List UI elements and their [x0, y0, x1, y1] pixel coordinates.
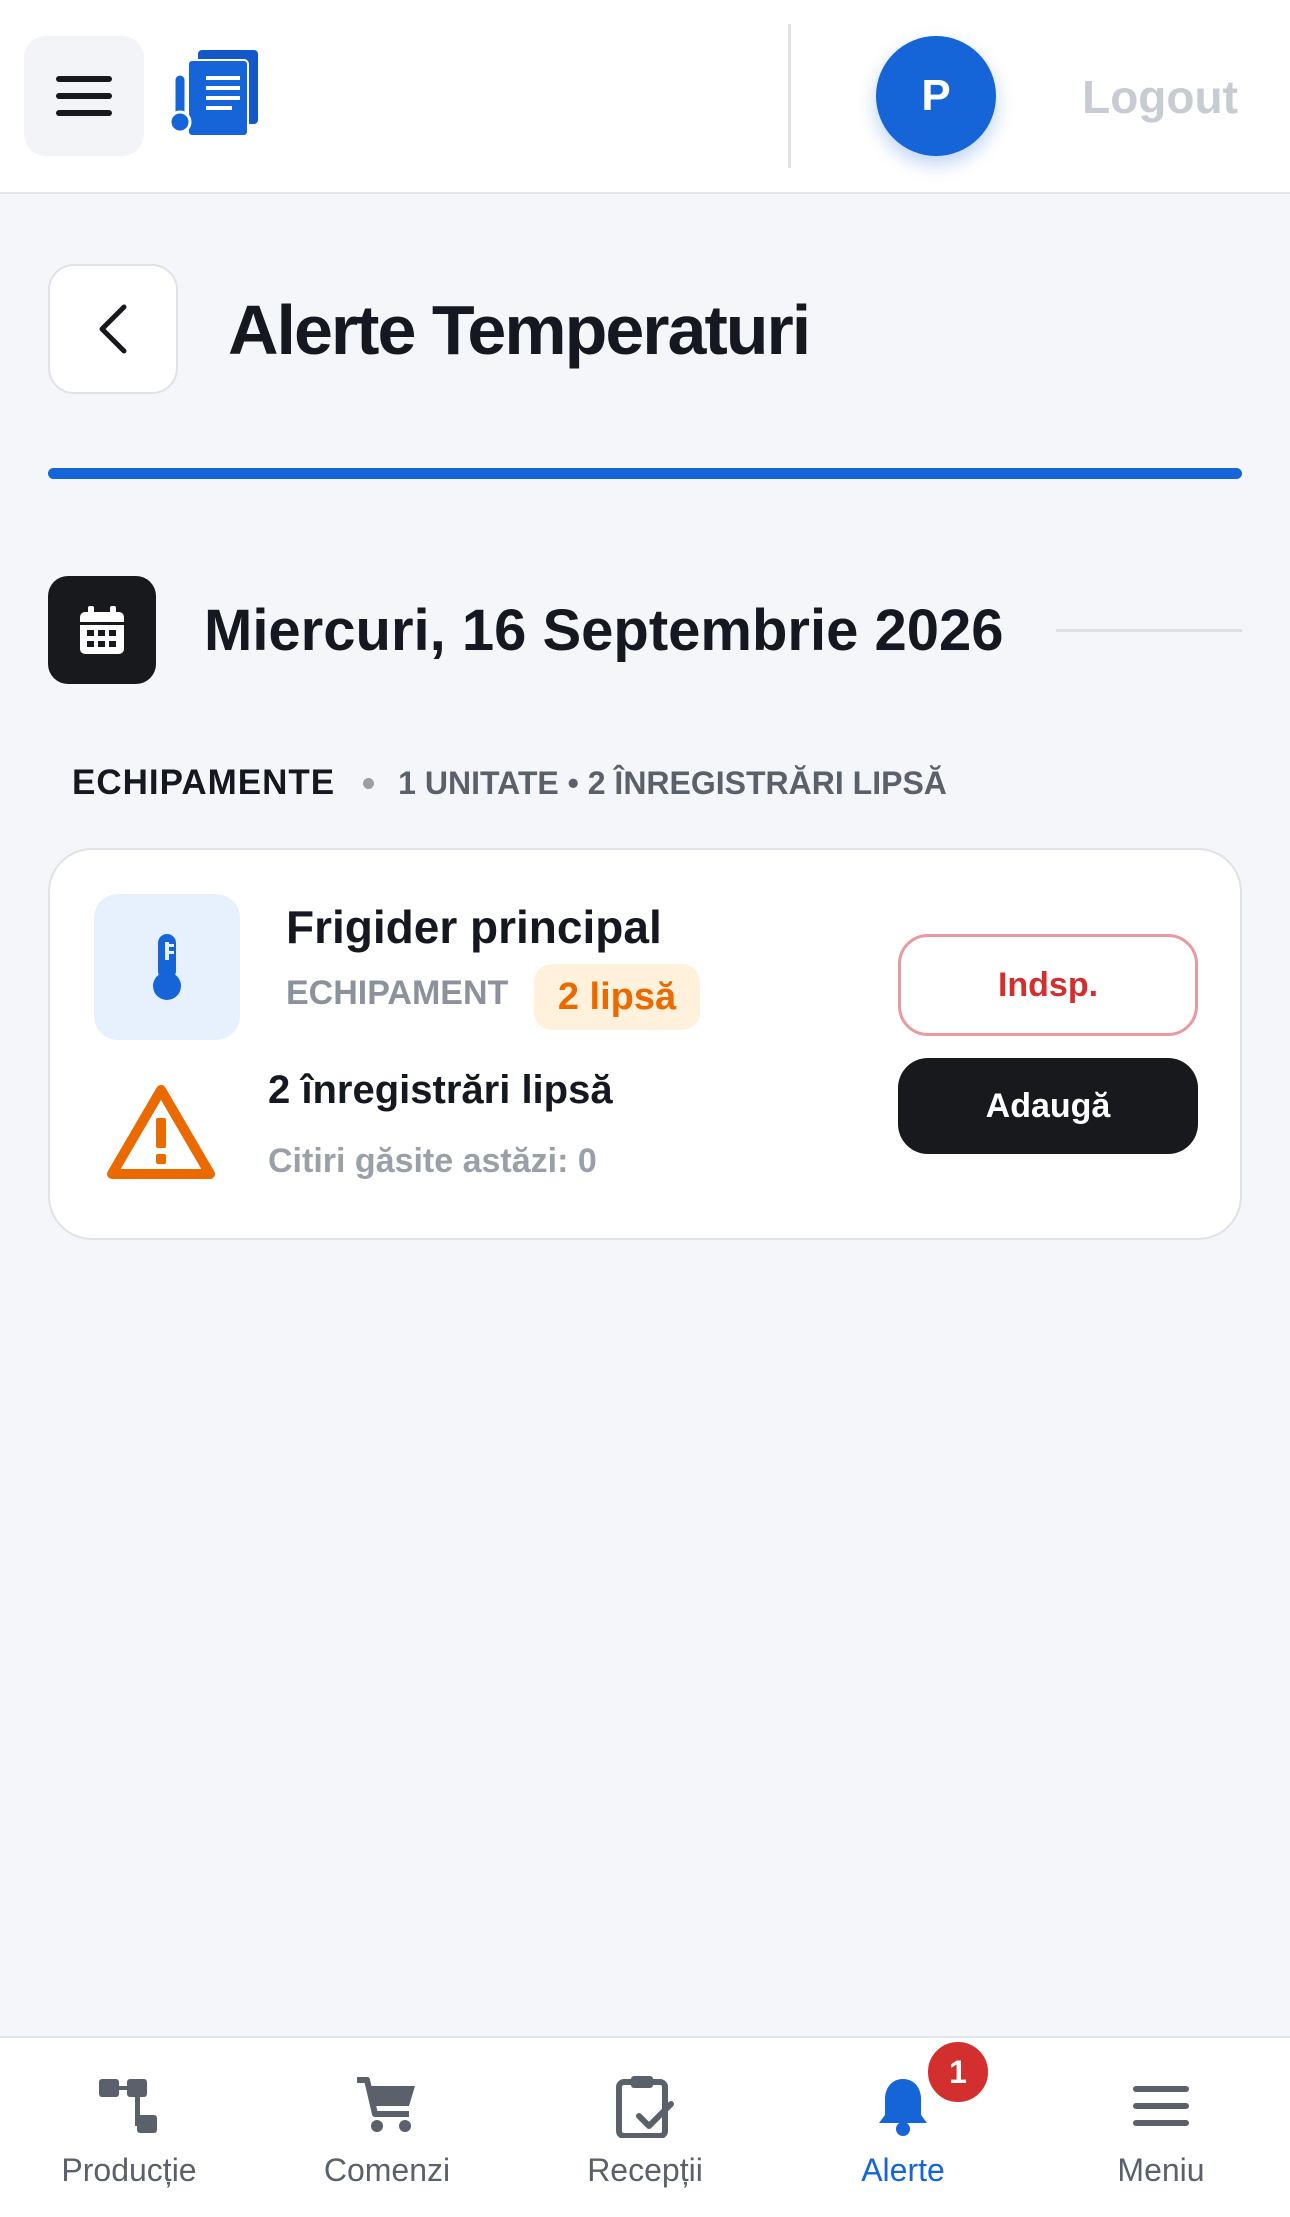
- warning-icon: [107, 1085, 215, 1179]
- app-logo-icon: [168, 50, 258, 137]
- equipment-type: ECHIPAMENT: [286, 974, 509, 1012]
- thermometer-icon: [153, 934, 181, 1000]
- equipment-name: Frigider principal: [286, 901, 662, 953]
- section-header: ECHIPAMENTE 1 UNITATE • 2 ÎNREGISTRĂRI L…: [72, 756, 947, 810]
- header-divider: [788, 24, 791, 168]
- user-avatar[interactable]: P: [876, 36, 996, 156]
- nav-label: Meniu: [1117, 2152, 1205, 2188]
- page-title: Alerte Temperaturi: [228, 291, 811, 369]
- clipboard-check-icon: [616, 2076, 674, 2138]
- nav-item-productie[interactable]: Producție: [0, 2038, 258, 2217]
- nav-label: Producție: [61, 2152, 197, 2188]
- equipment-card: Frigider principal ECHIPAMENT 2 lipsă 2 …: [48, 848, 1242, 1240]
- logout-button[interactable]: Logout: [1060, 62, 1260, 132]
- bell-icon: [879, 2079, 927, 2136]
- missing-count-badge: 2 lipsă: [534, 964, 700, 1030]
- cart-icon: [357, 2077, 415, 2132]
- section-title: ECHIPAMENTE: [72, 763, 336, 802]
- app-page: P Logout Alerte Temperaturi Miercuri, 16…: [0, 0, 1290, 2217]
- equipment-icon-box: [94, 894, 240, 1040]
- readings-found-text: Citiri găsite astăzi: 0: [268, 1142, 597, 1180]
- selected-date: Miercuri, 16 Septembrie 2026: [204, 597, 1004, 663]
- add-reading-button[interactable]: Adaugă: [898, 1058, 1198, 1154]
- section-summary: 1 UNITATE • 2 ÎNREGISTRĂRI LIPSĂ: [398, 764, 947, 801]
- nav-label: Comenzi: [323, 2152, 451, 2188]
- bottom-navigation: Producție Comenzi Recepții 1 Alerte Meni…: [0, 2036, 1290, 2217]
- title-accent-bar: [48, 468, 1242, 479]
- back-button[interactable]: [48, 264, 178, 394]
- nav-item-alerte[interactable]: 1 Alerte: [774, 2038, 1032, 2217]
- hamburger-icon: [56, 76, 112, 116]
- date-divider: [1056, 629, 1242, 632]
- production-icon: [99, 2079, 157, 2133]
- section-separator-dot: [363, 777, 375, 789]
- top-header: P Logout: [0, 0, 1290, 194]
- menu-icon: [1133, 2086, 1189, 2126]
- nav-item-receptii[interactable]: Recepții: [516, 2038, 774, 2217]
- alerts-count-badge: 1: [924, 2038, 992, 2106]
- nav-label: Recepții: [587, 2152, 703, 2188]
- unavailable-button[interactable]: Indsp.: [898, 934, 1198, 1036]
- nav-item-comenzi[interactable]: Comenzi: [258, 2038, 516, 2217]
- calendar-icon: [80, 606, 124, 654]
- nav-item-meniu[interactable]: Meniu: [1032, 2038, 1290, 2217]
- missing-records-title: 2 înregistrări lipsă: [268, 1068, 613, 1112]
- calendar-button[interactable]: [48, 576, 156, 684]
- hamburger-menu-button[interactable]: [24, 36, 144, 156]
- nav-label: Alerte: [861, 2152, 945, 2188]
- chevron-left-icon: [99, 304, 127, 354]
